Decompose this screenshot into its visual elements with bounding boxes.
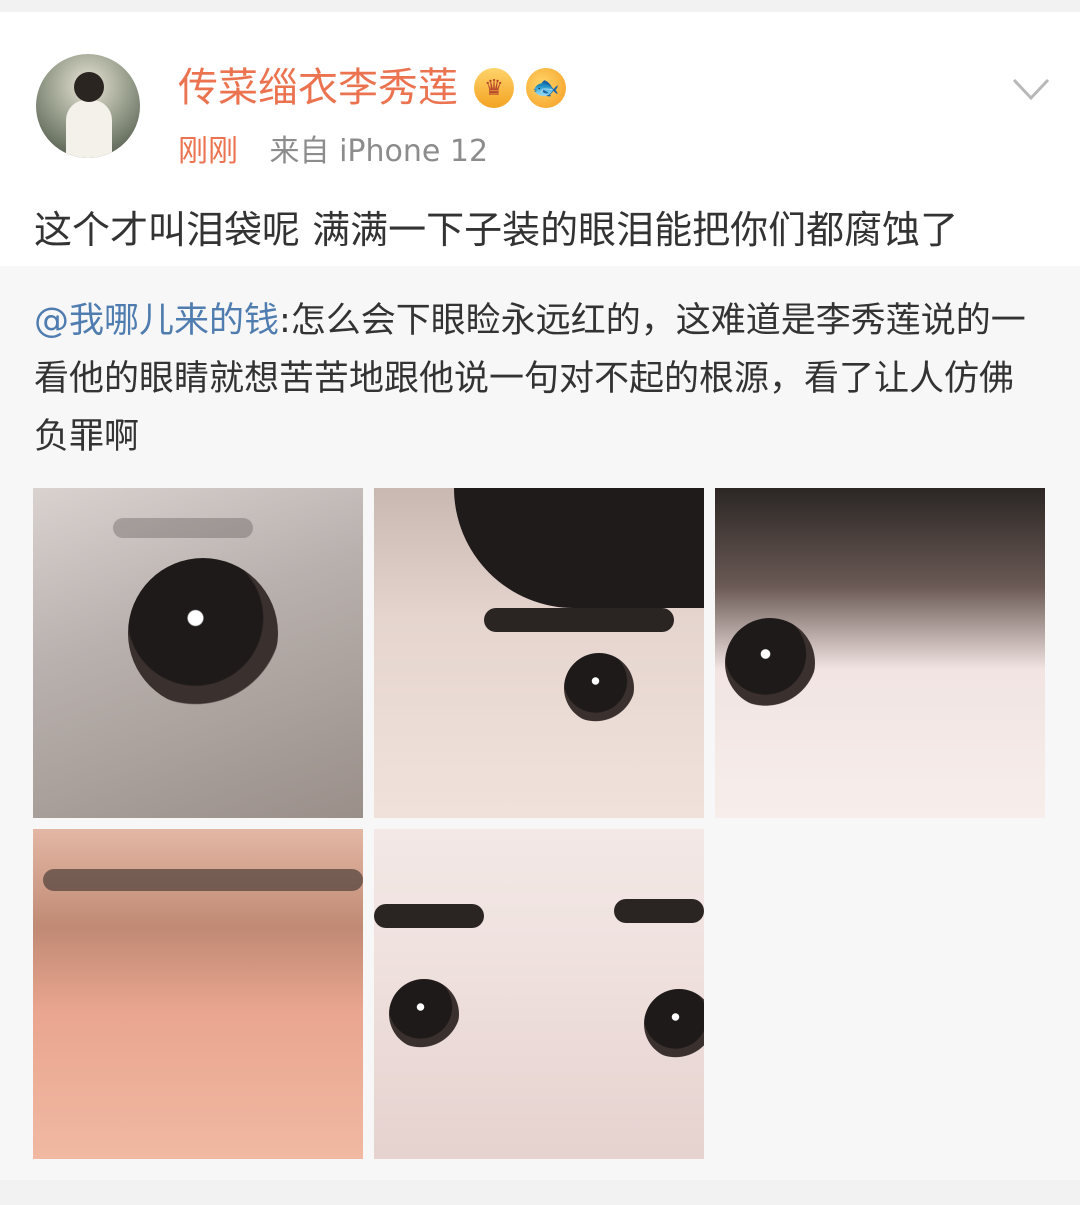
post-text: 这个才叫泪袋呢 满满一下子装的眼泪能把你们都腐蚀了 — [34, 208, 959, 252]
eye-photo-1[interactable] — [33, 488, 363, 818]
avatar-figure-head — [74, 72, 104, 102]
fish-badge-icon: 🐟 — [526, 68, 566, 108]
crown-badge-icon: ♛ — [474, 68, 514, 108]
eye-photo-4[interactable] — [33, 829, 363, 1159]
repost-mention[interactable]: @我哪儿来的钱 — [34, 301, 279, 341]
weibo-post-card: 传菜缁衣李秀莲 ♛ 🐟 刚刚 来自 iPhone 12 这个才叫泪袋呢 满满一下… — [0, 12, 1080, 1180]
eye-photo-2[interactable] — [374, 488, 704, 818]
post-time: 刚刚 — [178, 134, 238, 169]
post-source: 来自 iPhone 12 — [269, 134, 489, 169]
eye-photo-3[interactable] — [715, 488, 1045, 818]
avatar-figure-body — [66, 100, 112, 158]
chevron-down-icon[interactable] — [1008, 70, 1054, 110]
username[interactable]: 传菜缁衣李秀莲 — [178, 60, 458, 116]
repost-text: @我哪儿来的钱:怎么会下眼睑永远红的，这难道是李秀莲说的一看他的眼睛就想苦苦地跟… — [34, 292, 1046, 466]
eye-photo-5[interactable] — [374, 829, 704, 1159]
user-avatar[interactable] — [36, 54, 140, 158]
post-meta: 刚刚 来自 iPhone 12 — [178, 130, 488, 174]
repost-block[interactable]: @我哪儿来的钱:怎么会下眼睑永远红的，这难道是李秀莲说的一看他的眼睛就想苦苦地跟… — [0, 266, 1080, 1180]
